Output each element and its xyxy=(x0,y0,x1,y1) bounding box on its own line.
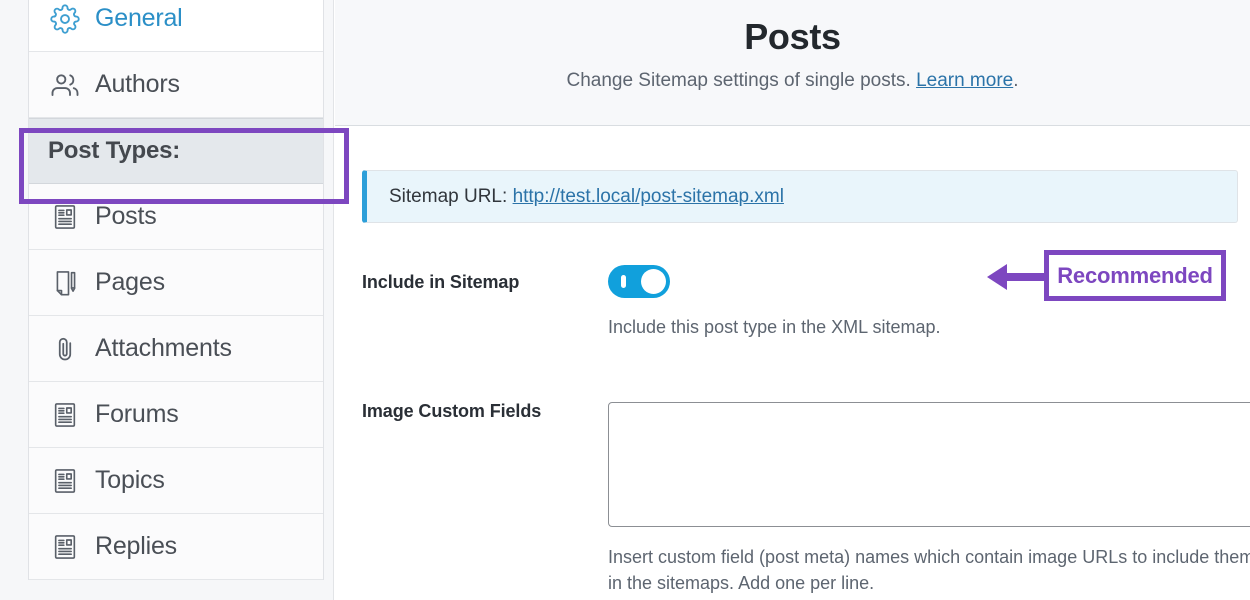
image-custom-fields-input[interactable] xyxy=(608,402,1250,527)
sidebar-item-label: Replies xyxy=(95,532,177,560)
include-in-sitemap-label: Include in Sitemap xyxy=(362,272,520,292)
sidebar-item-label: Pages xyxy=(95,268,165,296)
sitemap-url-link[interactable]: http://test.local/post-sitemap.xml xyxy=(513,186,784,207)
document-icon xyxy=(48,464,82,498)
annotation-recommended-label: Recommended xyxy=(1057,262,1213,288)
page-description-text: Change Sitemap settings of single posts. xyxy=(566,70,911,91)
sidebar-item-general[interactable]: General xyxy=(29,0,323,52)
page-header: Posts Change Sitemap settings of single … xyxy=(335,0,1250,126)
sidebar-item-replies[interactable]: Replies xyxy=(29,514,323,580)
sidebar-item-attachments[interactable]: Attachments xyxy=(29,316,323,382)
sidebar-divider xyxy=(333,0,334,600)
sidebar-item-label: Topics xyxy=(95,466,165,494)
main-panel: Posts Change Sitemap settings of single … xyxy=(335,0,1250,600)
toggle-knob xyxy=(641,269,666,294)
settings-screen: General Authors Post Types: Posts Pages … xyxy=(0,0,1250,600)
page-description: Change Sitemap settings of single posts.… xyxy=(335,58,1250,92)
annotation-recommended-box: Recommended xyxy=(1044,250,1226,301)
sidebar-item-label: General xyxy=(95,4,183,32)
include-in-sitemap-help: Include this post type in the XML sitema… xyxy=(608,317,941,337)
settings-sidebar: General Authors Post Types: Posts Pages … xyxy=(28,0,324,580)
sitemap-url-label: Sitemap URL: xyxy=(389,185,508,207)
sidebar-item-label: Post Types: xyxy=(48,137,181,164)
page-description-suffix: . xyxy=(1013,70,1019,91)
image-custom-fields-label: Image Custom Fields xyxy=(362,401,542,421)
document-icon xyxy=(48,398,82,432)
page-title: Posts xyxy=(744,16,841,57)
sidebar-item-label: Forums xyxy=(95,400,179,428)
document-icon xyxy=(48,530,82,564)
sidebar-item-label: Attachments xyxy=(95,334,232,362)
gear-icon xyxy=(48,2,82,36)
toggle-on-bar-icon xyxy=(621,275,626,288)
sidebar-item-label: Authors xyxy=(95,70,180,98)
sidebar-item-post-types[interactable]: Post Types: xyxy=(29,118,323,184)
sidebar-item-pages[interactable]: Pages xyxy=(29,250,323,316)
sidebar-item-posts[interactable]: Posts xyxy=(29,184,323,250)
learn-more-link[interactable]: Learn more xyxy=(916,70,1013,91)
page-pencil-icon xyxy=(48,266,82,300)
users-icon xyxy=(48,68,82,102)
sidebar-item-label: Posts xyxy=(95,202,157,230)
include-in-sitemap-toggle[interactable] xyxy=(608,265,670,298)
sidebar-item-authors[interactable]: Authors xyxy=(29,52,323,118)
sitemap-url-text: Sitemap URL: http://test.local/post-site… xyxy=(367,186,784,208)
paperclip-icon xyxy=(48,332,82,366)
sitemap-url-notice: Sitemap URL: http://test.local/post-site… xyxy=(362,170,1238,223)
sidebar-item-forums[interactable]: Forums xyxy=(29,382,323,448)
document-icon xyxy=(48,200,82,234)
annotation-arrow-left-icon xyxy=(987,264,1047,290)
image-custom-fields-help: Insert custom field (post meta) names wh… xyxy=(608,547,1250,593)
sidebar-item-topics[interactable]: Topics xyxy=(29,448,323,514)
